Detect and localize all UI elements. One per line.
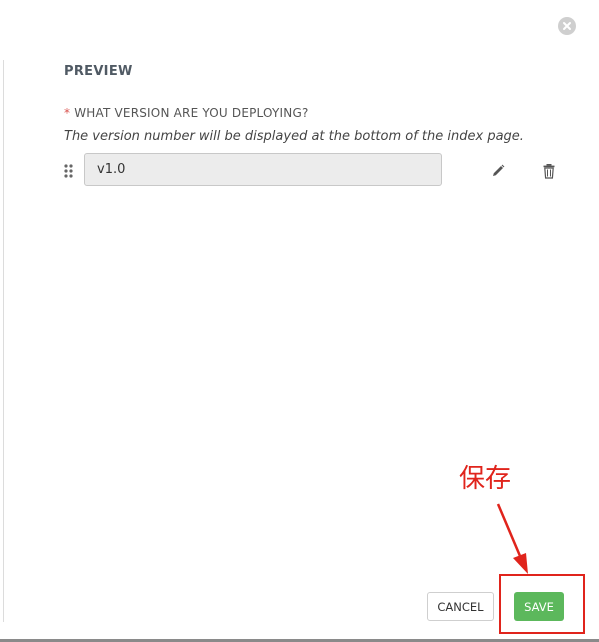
close-button[interactable] [558,17,576,35]
help-text: The version number will be displayed at … [64,129,524,144]
edit-button[interactable] [490,163,506,179]
close-icon [563,22,571,30]
trash-icon [543,164,555,179]
section-title: PREVIEW [64,64,133,79]
question-text: WHAT VERSION ARE YOU DEPLOYING? [74,106,309,120]
delete-button[interactable] [541,163,557,179]
question-label: * WHAT VERSION ARE YOU DEPLOYING? [64,106,309,120]
annotation-text: 保存 [459,464,512,494]
required-marker: * [64,106,71,120]
pencil-icon [493,164,505,176]
drag-handle-icon [64,164,73,178]
modal-left-border [3,60,4,622]
version-input[interactable] [84,153,442,186]
cancel-button[interactable]: CANCEL [427,592,494,621]
save-button[interactable]: SAVE [514,592,564,621]
annotation-arrow [496,503,528,574]
drag-handle[interactable] [63,163,75,179]
